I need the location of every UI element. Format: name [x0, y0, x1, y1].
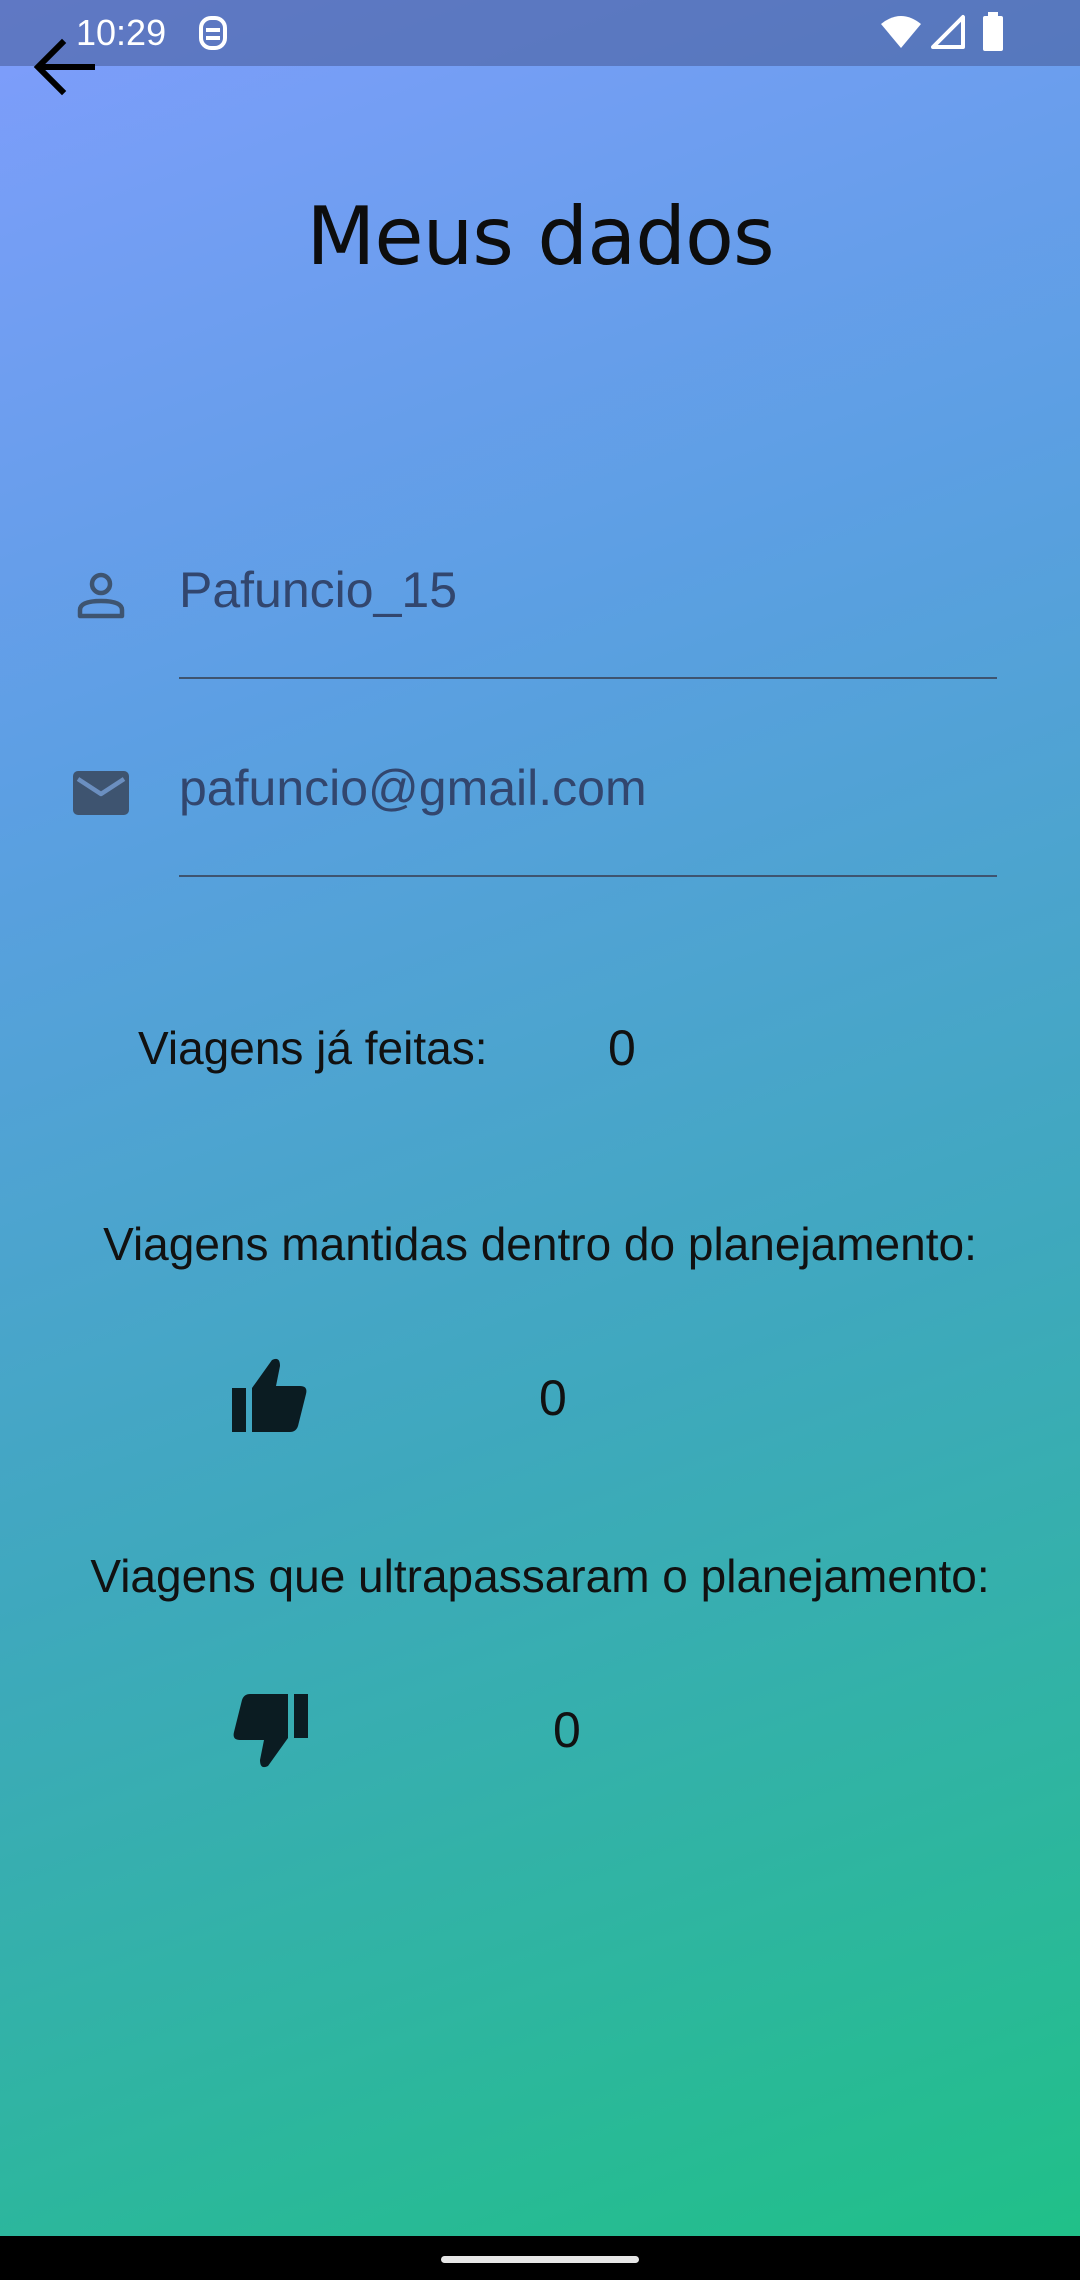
trips-done-value: 0: [608, 1020, 636, 1076]
within-plan-value: 0: [539, 1370, 567, 1426]
username-field[interactable]: Pafuncio_15: [179, 560, 457, 620]
within-plan-label: Viagens mantidas dentro do planejamento:: [103, 1218, 977, 1270]
email-underline: [179, 875, 997, 877]
page-title: Meus dados: [306, 190, 774, 283]
over-plan-value: 0: [553, 1702, 581, 1758]
thumb-up-icon: [228, 1354, 312, 1438]
signal-icon: [930, 14, 966, 55]
username-underline: [179, 677, 997, 679]
person-icon: [76, 570, 126, 625]
profile-screen: 10:29 Meus dados Pafuncio_15 pafuncio@gm…: [0, 0, 1080, 2280]
trips-done-label: Viagens já feitas:: [138, 1022, 488, 1074]
thumb-down-icon: [228, 1688, 312, 1772]
email-field[interactable]: pafuncio@gmail.com: [179, 758, 647, 818]
arrow-back-icon: [33, 38, 95, 96]
over-plan-label: Viagens que ultrapassaram o planejamento…: [90, 1550, 990, 1602]
notification-icon: [196, 14, 230, 57]
home-indicator[interactable]: [441, 2256, 639, 2263]
back-button[interactable]: [30, 32, 100, 102]
status-bar: 10:29: [0, 0, 1080, 66]
wifi-icon: [880, 14, 922, 55]
mail-icon: [72, 770, 130, 821]
battery-icon: [982, 12, 1004, 57]
